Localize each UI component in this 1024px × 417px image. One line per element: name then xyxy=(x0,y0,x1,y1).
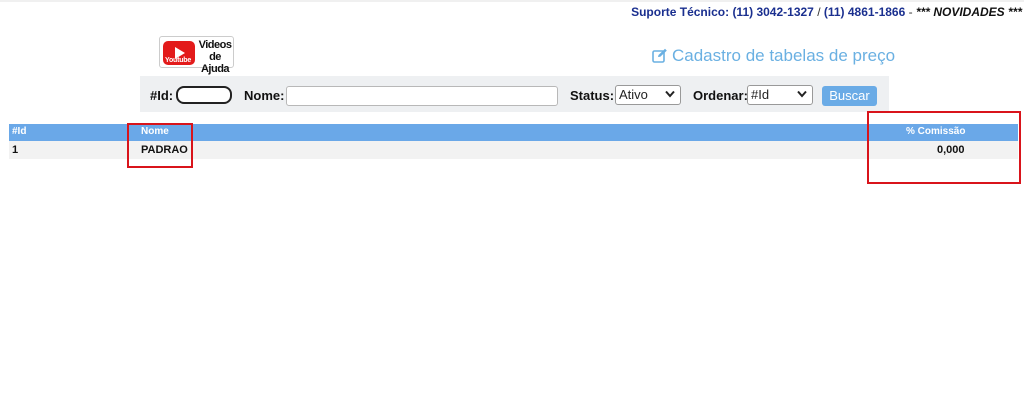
nome-input[interactable] xyxy=(286,86,558,106)
logo-line-2: de Ajuda xyxy=(200,51,230,75)
edit-icon xyxy=(652,48,667,63)
id-label: #Id: xyxy=(150,88,174,103)
filter-bar: #Id: Nome: Status: Ativo Ordenar: #Id Bu… xyxy=(140,76,889,112)
id-input[interactable] xyxy=(176,86,232,104)
ordenar-label: Ordenar: xyxy=(693,88,748,103)
youtube-play-icon: Youtube xyxy=(163,41,195,65)
status-label: Status: xyxy=(570,88,615,103)
dash-separator: - xyxy=(908,5,913,19)
help-videos-logo[interactable]: Youtube Videos de Ajuda xyxy=(159,36,234,75)
chevron-down-icon xyxy=(797,90,807,98)
page-title: Cadastro de tabelas de preço xyxy=(652,46,895,66)
support-phone-2: (11) 4861-1866 xyxy=(823,5,906,19)
top-border xyxy=(0,0,1024,2)
cell-id: 1 xyxy=(12,144,19,156)
news-link[interactable]: *** NOVIDADES *** xyxy=(916,5,1022,19)
logo-line-1: Videos xyxy=(198,39,232,51)
highlight-box-nome xyxy=(127,123,193,168)
search-button[interactable]: Buscar xyxy=(822,86,877,106)
support-label: Suporte Técnico: xyxy=(631,5,730,19)
support-info: Suporte Técnico: (11) 3042-1327 / (11) 4… xyxy=(631,5,1022,19)
logo-text: Videos de Ajuda xyxy=(197,39,233,75)
status-select[interactable]: Ativo xyxy=(615,85,681,105)
ordenar-value: #Id xyxy=(751,87,770,102)
chevron-down-icon xyxy=(665,90,675,98)
column-header-id[interactable]: #Id xyxy=(12,126,26,137)
support-phone-1: (11) 3042-1327 xyxy=(732,5,814,19)
highlight-box-comissao xyxy=(867,111,1021,184)
status-value: Ativo xyxy=(619,87,648,102)
page-title-text: Cadastro de tabelas de preço xyxy=(672,46,896,65)
youtube-label: Youtube xyxy=(165,57,192,64)
nome-label: Nome: xyxy=(244,88,285,103)
ordenar-select[interactable]: #Id xyxy=(747,85,813,105)
phone-separator: / xyxy=(817,5,821,19)
